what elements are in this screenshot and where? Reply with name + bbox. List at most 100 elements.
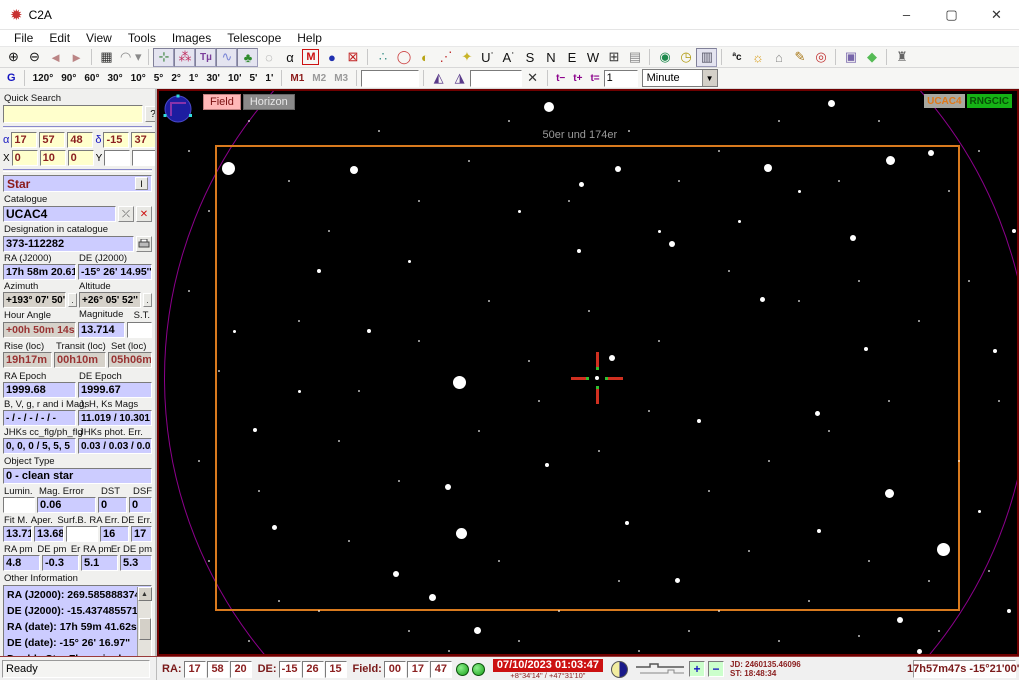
catalogue-clear-icon[interactable]: ✕	[136, 206, 152, 222]
clear-icon[interactable]: ✕	[522, 69, 543, 88]
object-name-input[interactable]	[470, 69, 523, 87]
flip-vertical-icon[interactable]: ◮	[449, 69, 470, 88]
de-box-0[interactable]: -15	[103, 132, 130, 148]
horizon-dome-icon[interactable]: ◠ ▾	[117, 48, 144, 67]
chart-tab-field[interactable]: Field	[203, 94, 241, 110]
zoom-preset-120d[interactable]: 120°	[29, 70, 58, 87]
sky-chart-canvas[interactable]: 50er und 174er Field Horizon UCAC4 RNGCIC	[157, 89, 1019, 656]
mark-button-m1[interactable]: M1	[286, 70, 308, 87]
status-de-box-0[interactable]: -15	[278, 660, 301, 678]
nebulae-icon[interactable]: ◯	[393, 48, 414, 67]
quick-search-input[interactable]	[3, 105, 143, 123]
ra-box-0[interactable]: 17	[11, 132, 38, 148]
x-box-0[interactable]: 0	[11, 150, 38, 166]
catalogue-select-icon[interactable]: ⤫	[118, 206, 134, 222]
other-info-scrollbar[interactable]: ▲ ▼	[137, 587, 152, 656]
menu-help[interactable]: Help	[289, 31, 330, 45]
zoom-preset-10m[interactable]: 10'	[224, 70, 246, 87]
pan-left-icon[interactable]: ◄	[45, 48, 66, 67]
menu-file[interactable]: File	[6, 31, 41, 45]
status-field-box-2[interactable]: 47	[429, 660, 452, 678]
time-slider[interactable]	[634, 661, 686, 677]
mark-button-m3[interactable]: M3	[330, 70, 352, 87]
comets-icon[interactable]: ✦	[456, 48, 477, 67]
mark-button-m2[interactable]: M2	[308, 70, 330, 87]
x-box-2[interactable]: 0	[67, 150, 94, 166]
planets-icon[interactable]: ●	[321, 48, 342, 67]
search-field-input[interactable]	[361, 69, 420, 87]
menu-view[interactable]: View	[78, 31, 120, 45]
menu-edit[interactable]: Edit	[41, 31, 78, 45]
scroll-up-icon[interactable]: ▲	[137, 587, 152, 601]
pencil-icon[interactable]: ✎	[789, 48, 810, 67]
milky-way-icon[interactable]: ∿	[216, 47, 238, 67]
goto-button[interactable]: G	[3, 72, 20, 84]
constellation-names-icon[interactable]: Tµ	[195, 47, 217, 67]
asteroid-label-icon[interactable]: A˙	[498, 48, 519, 67]
zoom-preset-90d[interactable]: 90°	[57, 70, 80, 87]
zoom-preset-60d[interactable]: 60°	[80, 70, 103, 87]
help-button[interactable]: ?	[145, 106, 155, 122]
time-button-1[interactable]: t+	[569, 70, 586, 87]
status-de-box-1[interactable]: 26	[301, 660, 324, 678]
fit-view-icon[interactable]: ⊞	[603, 48, 624, 67]
time-unit-select[interactable]: Minute ▼	[641, 69, 718, 87]
uranus-icon[interactable]: U˙	[477, 48, 498, 67]
zoom-preset-30d[interactable]: 30°	[104, 70, 127, 87]
ra-box-2[interactable]: 48	[67, 132, 94, 148]
ellipse-outline-icon[interactable]: ◌	[258, 48, 279, 67]
west-icon[interactable]: W	[582, 48, 603, 67]
ground-fill-icon[interactable]: ▤	[624, 48, 645, 67]
green-plate-icon[interactable]: ◆	[861, 48, 882, 67]
menu-images[interactable]: Images	[164, 31, 219, 45]
grid-icon[interactable]: ▦	[96, 48, 117, 67]
de-box-1[interactable]: 37	[131, 132, 155, 148]
observatory-icon[interactable]: ⌂	[768, 48, 789, 67]
zoom-preset-2d[interactable]: 2°	[167, 70, 185, 87]
dss-frame-icon[interactable]: ⊠	[342, 48, 363, 67]
status-ra-box-1[interactable]: 58	[206, 660, 229, 678]
moon-phase-icon[interactable]: ◐	[414, 48, 435, 67]
time-button-2[interactable]: t=	[586, 70, 603, 87]
gear-icon[interactable]: ☼	[747, 48, 768, 67]
messier-icon[interactable]: M	[302, 49, 320, 65]
time-plus-button[interactable]: +	[689, 661, 706, 677]
zoom-preset-10d[interactable]: 10°	[127, 70, 150, 87]
time-step-input[interactable]	[603, 69, 638, 87]
zoom-preset-1m[interactable]: 1'	[261, 70, 277, 87]
current-datetime[interactable]: 07/10/2023 01:03:47	[492, 658, 604, 672]
altitude-more-button[interactable]: .	[143, 293, 152, 307]
close-button[interactable]: ✕	[974, 0, 1019, 29]
status-field-box-1[interactable]: 17	[406, 660, 429, 678]
south-icon[interactable]: S	[519, 48, 540, 67]
status-ra-box-0[interactable]: 17	[183, 660, 206, 678]
zoom-preset-1d[interactable]: 1°	[185, 70, 203, 87]
zoom-preset-30m[interactable]: 30'	[202, 70, 224, 87]
image-frame-icon[interactable]: ▣	[840, 48, 861, 67]
status-field-box-0[interactable]: 00	[383, 660, 406, 678]
printer-icon[interactable]	[136, 236, 152, 252]
menu-telescope[interactable]: Telescope	[219, 31, 289, 45]
telescope-dome-icon[interactable]: ♜	[891, 48, 912, 67]
pan-right-icon[interactable]: ►	[66, 48, 87, 67]
chevron-down-icon[interactable]: ▼	[701, 70, 717, 86]
y-box-1[interactable]	[132, 150, 155, 166]
y-box-0[interactable]	[104, 150, 131, 166]
minimize-button[interactable]: –	[884, 0, 929, 29]
clock-icon[interactable]: ◷	[675, 48, 696, 67]
time-minus-button[interactable]: −	[708, 661, 725, 677]
zoom-in-icon[interactable]: ⊕	[3, 48, 24, 67]
menu-tools[interactable]: Tools	[120, 31, 164, 45]
east-icon[interactable]: E	[561, 48, 582, 67]
time-button-0[interactable]: t−	[552, 70, 569, 87]
ground-tree-icon[interactable]: ♣	[237, 47, 259, 67]
azimuth-more-button[interactable]: .	[68, 293, 77, 307]
status-ra-box-2[interactable]: 20	[229, 660, 252, 678]
x-box-1[interactable]: 10	[39, 150, 66, 166]
constellation-lines-icon[interactable]: ⁂	[174, 47, 196, 67]
side-panel-icon[interactable]: ▥	[696, 47, 718, 67]
zoom-preset-5m[interactable]: 5'	[245, 70, 261, 87]
star-colors-icon[interactable]: ∴	[372, 48, 393, 67]
north-icon[interactable]: N	[540, 48, 561, 67]
flip-horizontal-icon[interactable]: ◭	[428, 69, 449, 88]
